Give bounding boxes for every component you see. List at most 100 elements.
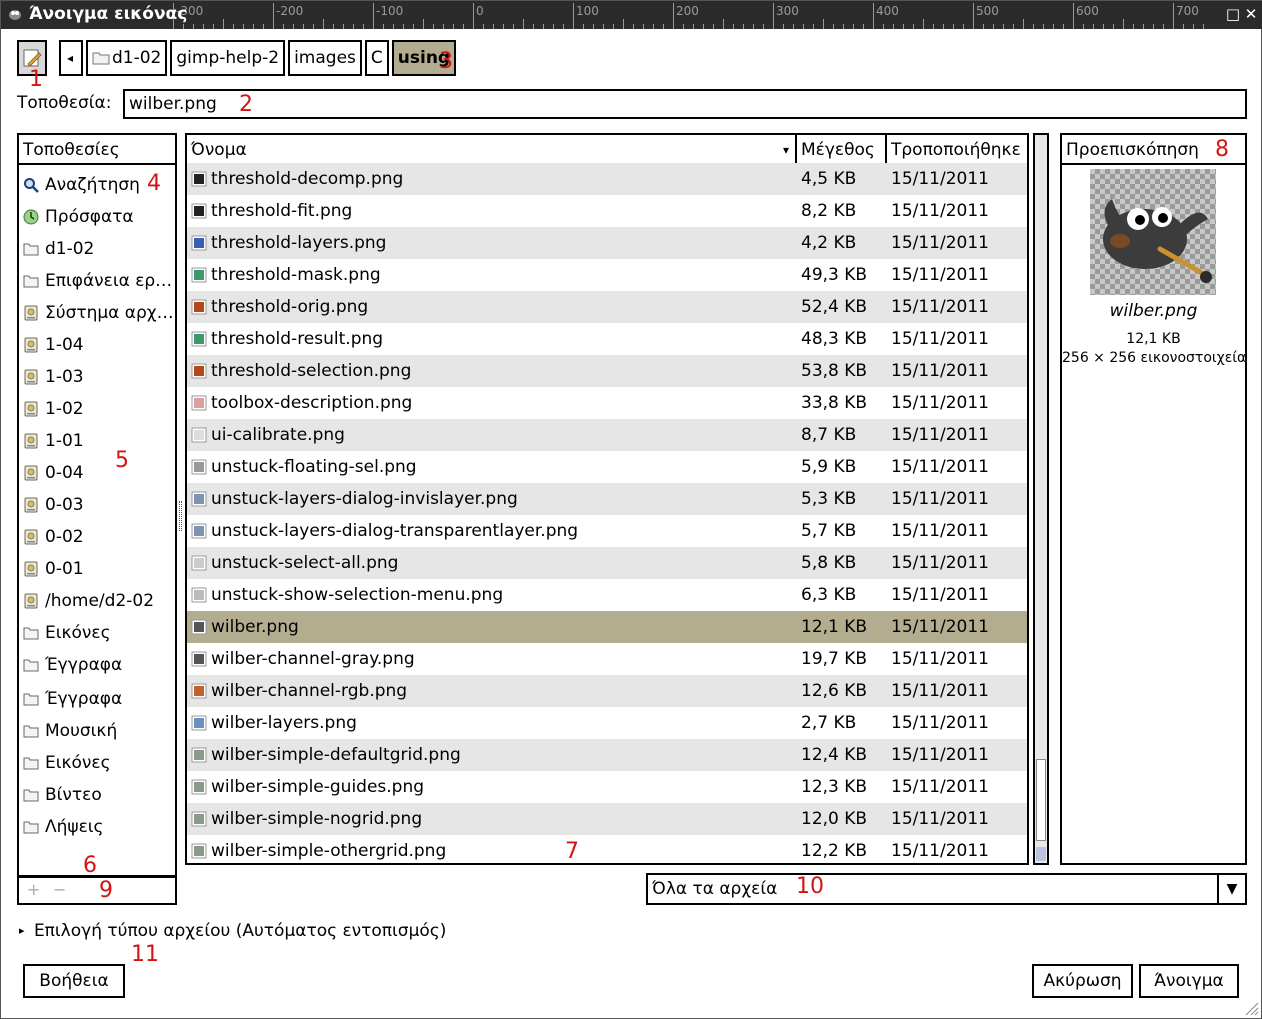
places-item[interactable]: Εικόνες bbox=[19, 747, 175, 779]
file-size: 4,2 KB bbox=[801, 233, 857, 253]
file-row[interactable]: toolbox-description.png 33,8 KB 15/11/2011 bbox=[187, 387, 1027, 419]
file-name: wilber-channel-gray.png bbox=[211, 649, 415, 669]
places-header[interactable]: Τοποθεσίες bbox=[19, 135, 175, 165]
places-item-label: 1-03 bbox=[45, 367, 84, 387]
column-header-name[interactable]: Όνομα ▾ bbox=[187, 135, 797, 165]
column-modified-label: Τροποποιήθηκε bbox=[891, 140, 1021, 160]
column-name-label: Όνομα bbox=[191, 140, 247, 160]
file-type-expander[interactable]: ▸ Επιλογή τύπου αρχείου (Αυτόματος εντοπ… bbox=[19, 921, 446, 941]
column-header-size[interactable]: Μέγεθος bbox=[797, 135, 887, 165]
places-item[interactable]: Εικόνες bbox=[19, 617, 175, 649]
remove-bookmark-button[interactable]: − bbox=[53, 880, 66, 899]
ruler-label: 100 bbox=[576, 4, 599, 18]
breadcrumb-back-button[interactable]: ◂ bbox=[59, 40, 83, 76]
file-row[interactable]: unstuck-layers-dialog-transparentlayer.p… bbox=[187, 515, 1027, 547]
file-row[interactable]: wilber-channel-rgb.png 12,6 KB 15/11/2011 bbox=[187, 675, 1027, 707]
cancel-button[interactable]: Ακύρωση bbox=[1032, 964, 1133, 998]
places-item[interactable]: Έγγραφα bbox=[19, 649, 175, 681]
places-item[interactable]: 1-04 bbox=[19, 329, 175, 361]
breadcrumb-item-gimp-help-2[interactable]: gimp-help-2 bbox=[170, 40, 286, 76]
maximize-icon[interactable]: □ bbox=[1225, 6, 1241, 22]
places-item[interactable]: Μουσική bbox=[19, 715, 175, 747]
ruler-minor-tick bbox=[723, 19, 724, 29]
annotation-6: 6 bbox=[83, 853, 97, 878]
file-row[interactable]: threshold-decomp.png 4,5 KB 15/11/2011 bbox=[187, 163, 1027, 195]
places-item[interactable]: Σύστημα αρχ… bbox=[19, 297, 175, 329]
folder-icon bbox=[23, 659, 39, 672]
annotation-9: 9 bbox=[99, 878, 113, 903]
file-row[interactable]: unstuck-layers-dialog-invislayer.png 5,3 … bbox=[187, 483, 1027, 515]
column-header-modified[interactable]: Τροποποιήθηκε bbox=[887, 135, 1027, 165]
resize-grip-icon[interactable] bbox=[1243, 1000, 1259, 1016]
places-item[interactable]: Βίντεο bbox=[19, 779, 175, 811]
file-row[interactable]: ui-calibrate.png 8,7 KB 15/11/2011 bbox=[187, 419, 1027, 451]
file-name: wilber-channel-rgb.png bbox=[211, 681, 408, 701]
file-row[interactable]: unstuck-show-selection-menu.png 6,3 KB 15/… bbox=[187, 579, 1027, 611]
ruler-label: 700 bbox=[1176, 4, 1199, 18]
places-item[interactable]: 1-03 bbox=[19, 361, 175, 393]
file-row[interactable]: threshold-selection.png 53,8 KB 15/11/2011 bbox=[187, 355, 1027, 387]
file-row[interactable]: wilber-simple-defaultgrid.png 12,4 KB 15/1… bbox=[187, 739, 1027, 771]
ruler-tick bbox=[273, 3, 274, 29]
annotation-8: 8 bbox=[1215, 137, 1229, 162]
open-button[interactable]: Άνοιγμα bbox=[1139, 964, 1239, 998]
file-row[interactable]: wilber.png 12,1 KB 15/11/2011 bbox=[187, 611, 1027, 643]
file-list-scrollbar[interactable] bbox=[1033, 133, 1049, 865]
pane-splitter[interactable] bbox=[179, 501, 182, 531]
scroll-down-icon[interactable] bbox=[1036, 847, 1046, 861]
image-file-icon bbox=[191, 299, 207, 315]
places-item[interactable]: Λήψεις bbox=[19, 811, 175, 843]
ruler-minor-tick bbox=[663, 24, 664, 29]
file-filter-select[interactable]: Όλα τα αρχεία ▼ bbox=[646, 873, 1247, 905]
file-row[interactable]: unstuck-select-all.png 5,8 KB 15/11/2011 bbox=[187, 547, 1027, 579]
file-modified: 15/11/2011 bbox=[891, 649, 989, 669]
ruler-minor-tick bbox=[1053, 24, 1054, 29]
breadcrumb: ◂ d1-02 gimp-help-2 images C using bbox=[59, 40, 459, 76]
breadcrumb-item-images[interactable]: images bbox=[288, 40, 362, 76]
file-row[interactable]: wilber-layers.png 2,7 KB 15/11/2011 bbox=[187, 707, 1027, 739]
places-item[interactable]: 0-01 bbox=[19, 553, 175, 585]
location-input[interactable]: wilber.png bbox=[123, 89, 1247, 119]
places-item[interactable]: /home/d2-02 bbox=[19, 585, 175, 617]
places-item[interactable]: Πρόσφατα bbox=[19, 201, 175, 233]
ruler-tick bbox=[1073, 3, 1074, 29]
file-row[interactable]: threshold-fit.png 8,2 KB 15/11/2011 bbox=[187, 195, 1027, 227]
places-item[interactable]: 0-02 bbox=[19, 521, 175, 553]
ruler-minor-tick bbox=[243, 24, 244, 29]
places-item[interactable]: 0-03 bbox=[19, 489, 175, 521]
drive-icon bbox=[24, 561, 38, 577]
ruler-minor-tick bbox=[623, 19, 624, 29]
file-row[interactable]: threshold-mask.png 49,3 KB 15/11/2011 bbox=[187, 259, 1027, 291]
file-row[interactable]: threshold-result.png 48,3 KB 15/11/2011 bbox=[187, 323, 1027, 355]
file-row[interactable]: threshold-orig.png 52,4 KB 15/11/2011 bbox=[187, 291, 1027, 323]
ruler-minor-tick bbox=[453, 24, 454, 29]
image-file-icon bbox=[191, 171, 207, 187]
add-bookmark-button[interactable]: + bbox=[27, 880, 40, 899]
title-bar[interactable]: -300 -200 -100 0 100 200 300 400 500 600 700 Άνοιγ… bbox=[1, 1, 1262, 29]
breadcrumb-item-c[interactable]: C bbox=[364, 40, 389, 76]
breadcrumb-item-d1-02[interactable]: d1-02 bbox=[86, 40, 168, 76]
file-row[interactable]: wilber-channel-gray.png 19,7 KB 15/11/2011 bbox=[187, 643, 1027, 675]
file-row[interactable]: unstuck-floating-sel.png 5,9 KB 15/11/2011 bbox=[187, 451, 1027, 483]
file-row[interactable]: threshold-layers.png 4,2 KB 15/11/2011 bbox=[187, 227, 1027, 259]
image-file-icon bbox=[191, 811, 207, 827]
scrollbar-thumb[interactable] bbox=[1036, 759, 1046, 841]
places-item[interactable]: Επιφάνεια ερ… bbox=[19, 265, 175, 297]
file-row[interactable]: wilber-simple-othergrid.png 12,2 KB 15/11/… bbox=[187, 835, 1027, 863]
places-item[interactable]: 1-01 bbox=[19, 425, 175, 457]
file-size: 12,3 KB bbox=[801, 777, 868, 797]
location-label: Τοποθεσία: bbox=[17, 93, 112, 113]
close-icon[interactable]: ✕ bbox=[1243, 6, 1259, 22]
places-item[interactable]: 0-04 bbox=[19, 457, 175, 489]
drive-icon bbox=[24, 529, 38, 545]
file-name: wilber-simple-guides.png bbox=[211, 777, 425, 797]
file-row[interactable]: wilber-simple-nogrid.png 12,0 KB 15/11/201… bbox=[187, 803, 1027, 835]
ruler-label: 0 bbox=[476, 4, 484, 18]
ruler-minor-tick bbox=[1193, 24, 1194, 29]
ruler-minor-tick bbox=[833, 24, 834, 29]
places-item[interactable]: d1-02 bbox=[19, 233, 175, 265]
file-row[interactable]: wilber-simple-guides.png 12,3 KB 15/11/201… bbox=[187, 771, 1027, 803]
help-button[interactable]: Βοήθεια bbox=[23, 964, 125, 998]
places-item[interactable]: 1-02 bbox=[19, 393, 175, 425]
places-item[interactable]: Έγγραφα bbox=[19, 683, 175, 715]
